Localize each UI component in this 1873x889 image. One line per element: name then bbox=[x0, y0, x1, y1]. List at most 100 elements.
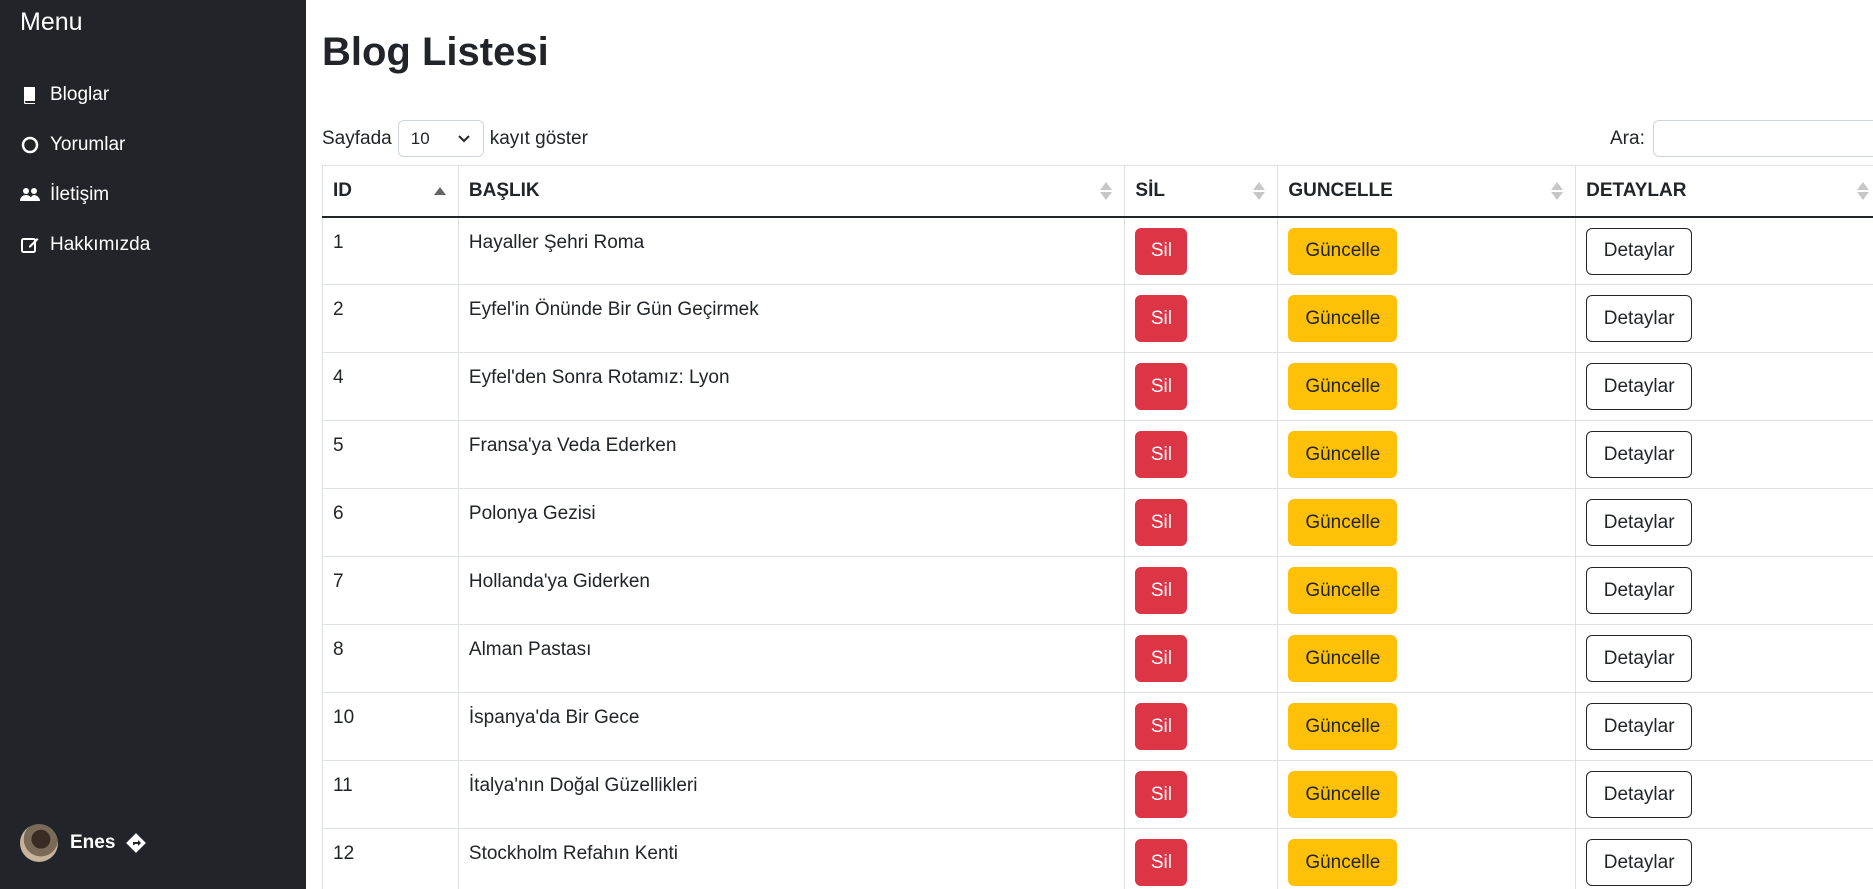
cell-details: Detaylar bbox=[1575, 420, 1873, 489]
user-menu[interactable]: Enes bbox=[20, 824, 147, 862]
details-button[interactable]: Detaylar bbox=[1586, 703, 1693, 750]
cell-details: Detaylar bbox=[1575, 216, 1873, 285]
cell-update: Güncelle bbox=[1277, 828, 1577, 889]
details-button[interactable]: Detaylar bbox=[1586, 431, 1693, 478]
update-button[interactable]: Güncelle bbox=[1288, 363, 1398, 410]
sidebar-item-iletisim[interactable]: İletişim bbox=[20, 170, 150, 220]
sort-icon bbox=[1253, 181, 1266, 200]
sidebar-item-label: İletişim bbox=[50, 184, 110, 205]
delete-button[interactable]: Sil bbox=[1135, 499, 1188, 546]
page-length-select[interactable]: 10 bbox=[397, 120, 484, 157]
cell-title: Eyfel'in Önünde Bir Gün Geçirmek bbox=[457, 284, 1126, 353]
table-row: 4 Eyfel'den Sonra Rotamız: Lyon Sil Güncell… bbox=[322, 352, 1873, 421]
row-title: Stockholm Refahın Kenti bbox=[468, 843, 679, 864]
sidebar-item-label: Hakkımızda bbox=[50, 234, 151, 255]
details-button[interactable]: Detaylar bbox=[1586, 635, 1693, 682]
details-button[interactable]: Detaylar bbox=[1586, 499, 1693, 546]
sort-icon bbox=[433, 186, 446, 195]
sidebar-item-bloglar[interactable]: Bloglar bbox=[20, 70, 150, 120]
row-id: 4 bbox=[333, 367, 344, 388]
cell-id: 8 bbox=[322, 624, 459, 693]
delete-button[interactable]: Sil bbox=[1135, 567, 1188, 614]
cell-id: 5 bbox=[322, 420, 459, 489]
cell-delete: Sil bbox=[1124, 488, 1279, 557]
search-label: Ara: bbox=[1610, 127, 1645, 149]
column-header-update[interactable]: GUNCELLE bbox=[1277, 165, 1577, 218]
cell-id: 7 bbox=[322, 556, 459, 625]
row-id: 7 bbox=[333, 571, 344, 592]
cell-delete: Sil bbox=[1124, 556, 1279, 625]
column-header-delete[interactable]: SİL bbox=[1124, 165, 1279, 218]
page-length-control: Sayfada 10 kayıt göster bbox=[322, 120, 588, 157]
table-row: 6 Polonya Gezisi Sil Güncelle Detaylar bbox=[322, 488, 1873, 557]
column-header-title[interactable]: BAŞLIK bbox=[457, 165, 1126, 218]
page-title: Blog Listesi bbox=[322, 30, 549, 74]
table-search: Ara: bbox=[1610, 120, 1873, 157]
cell-update: Güncelle bbox=[1277, 420, 1577, 489]
column-header-label: BAŞLIK bbox=[468, 179, 540, 201]
update-button[interactable]: Güncelle bbox=[1288, 431, 1398, 478]
cell-delete: Sil bbox=[1124, 692, 1279, 761]
update-button[interactable]: Güncelle bbox=[1288, 635, 1398, 682]
delete-button[interactable]: Sil bbox=[1135, 771, 1188, 818]
cell-delete: Sil bbox=[1124, 216, 1279, 285]
details-button[interactable]: Detaylar bbox=[1586, 771, 1693, 818]
details-button[interactable]: Detaylar bbox=[1586, 227, 1693, 275]
row-title: Hayaller Şehri Roma bbox=[468, 231, 645, 253]
row-id: 12 bbox=[333, 843, 355, 864]
cell-title: Hollanda'ya Giderken bbox=[457, 556, 1126, 625]
table-row: 2 Eyfel'in Önünde Bir Gün Geçirmek Sil Günc… bbox=[322, 284, 1873, 353]
column-header-id[interactable]: ID bbox=[322, 165, 459, 218]
cell-delete: Sil bbox=[1124, 352, 1279, 421]
row-id: 2 bbox=[333, 299, 344, 320]
table-row: 10 İspanya'da Bir Gece Sil Güncelle Detaylar bbox=[322, 692, 1873, 761]
cell-details: Detaylar bbox=[1575, 624, 1873, 693]
cell-update: Güncelle bbox=[1277, 624, 1577, 693]
update-button[interactable]: Güncelle bbox=[1288, 771, 1398, 818]
delete-button[interactable]: Sil bbox=[1135, 703, 1188, 750]
cell-id: 12 bbox=[322, 828, 459, 889]
column-header-details[interactable]: DETAYLAR bbox=[1575, 165, 1873, 218]
row-title: Polonya Gezisi bbox=[468, 503, 596, 524]
row-title: Alman Pastası bbox=[468, 639, 592, 660]
row-title: Hollanda'ya Giderken bbox=[468, 571, 650, 592]
delete-button[interactable]: Sil bbox=[1135, 363, 1188, 410]
cell-id: 10 bbox=[322, 692, 459, 761]
cell-update: Güncelle bbox=[1277, 692, 1577, 761]
update-button[interactable]: Güncelle bbox=[1288, 499, 1398, 546]
cell-details: Detaylar bbox=[1575, 352, 1873, 421]
people-icon bbox=[20, 185, 40, 205]
delete-button[interactable]: Sil bbox=[1135, 431, 1188, 478]
details-button[interactable]: Detaylar bbox=[1586, 839, 1693, 886]
length-suffix: kayıt göster bbox=[489, 127, 588, 149]
details-button[interactable]: Detaylar bbox=[1586, 295, 1693, 342]
cell-update: Güncelle bbox=[1277, 216, 1577, 285]
cell-delete: Sil bbox=[1124, 284, 1279, 353]
delete-button[interactable]: Sil bbox=[1135, 295, 1188, 342]
sort-icon bbox=[1100, 181, 1113, 200]
update-button[interactable]: Güncelle bbox=[1288, 227, 1398, 275]
cell-update: Güncelle bbox=[1277, 760, 1577, 829]
sidebar-item-yorumlar[interactable]: Yorumlar bbox=[20, 120, 150, 170]
row-title: İtalya'nın Doğal Güzellikleri bbox=[468, 775, 698, 796]
update-button[interactable]: Güncelle bbox=[1288, 703, 1398, 750]
sidebar: Menu Bloglar Yorumlar İletişim Hakkımızd… bbox=[0, 0, 306, 889]
row-id: 6 bbox=[333, 503, 344, 524]
update-button[interactable]: Güncelle bbox=[1288, 839, 1398, 886]
sidebar-item-hakkimizda[interactable]: Hakkımızda bbox=[20, 220, 150, 270]
delete-button[interactable]: Sil bbox=[1135, 635, 1188, 682]
column-header-label: ID bbox=[333, 179, 352, 201]
cell-id: 4 bbox=[322, 352, 459, 421]
row-id: 11 bbox=[333, 775, 353, 796]
blog-table: ID BAŞLIK SİL GUNCELLE DETAYLAR 1 Hayalle… bbox=[322, 165, 1873, 889]
search-input[interactable] bbox=[1652, 120, 1873, 157]
details-button[interactable]: Detaylar bbox=[1586, 567, 1693, 614]
details-button[interactable]: Detaylar bbox=[1586, 363, 1693, 410]
delete-button[interactable]: Sil bbox=[1135, 227, 1188, 275]
row-id: 1 bbox=[333, 231, 344, 253]
update-button[interactable]: Güncelle bbox=[1288, 295, 1398, 342]
update-button[interactable]: Güncelle bbox=[1288, 567, 1398, 614]
delete-button[interactable]: Sil bbox=[1135, 839, 1188, 886]
book-icon bbox=[20, 85, 40, 105]
cell-details: Detaylar bbox=[1575, 488, 1873, 557]
